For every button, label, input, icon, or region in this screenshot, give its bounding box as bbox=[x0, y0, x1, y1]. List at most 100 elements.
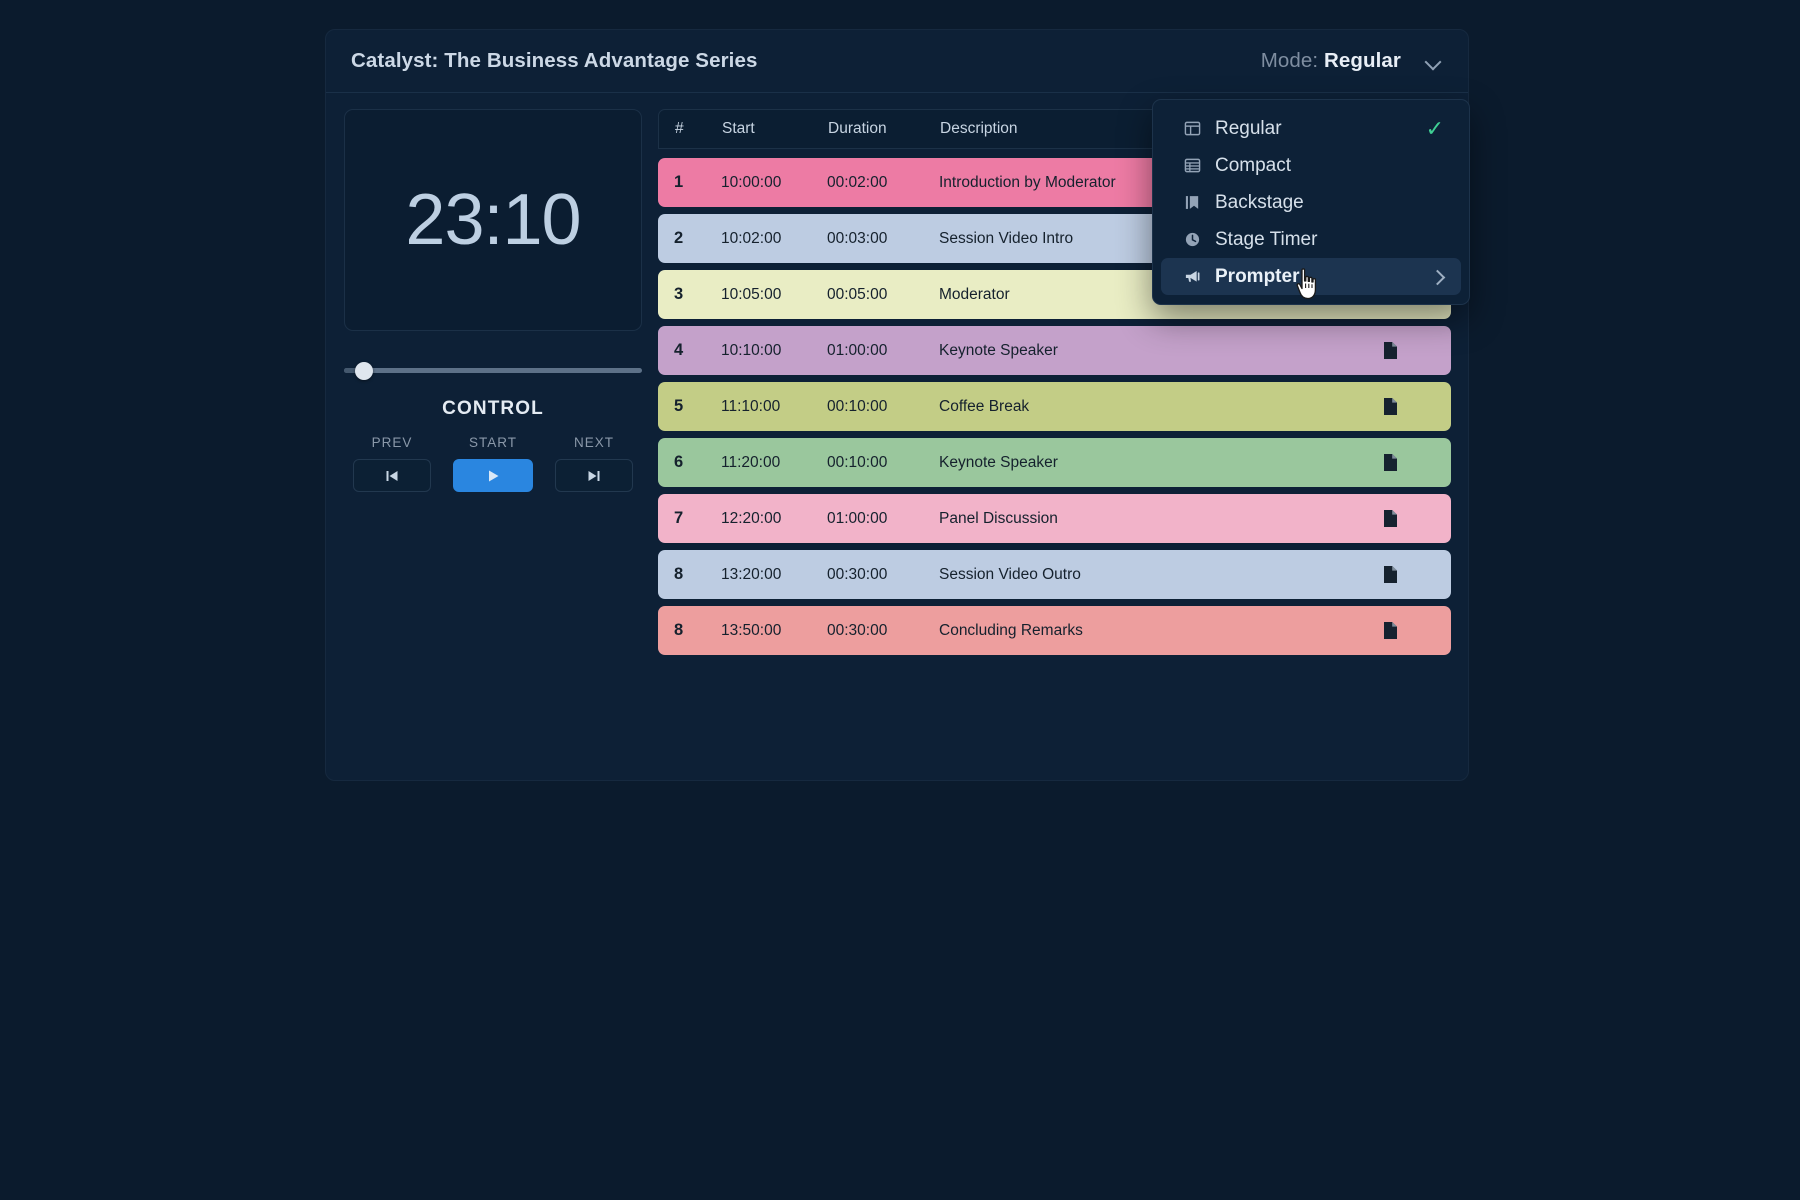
progress-thumb[interactable] bbox=[354, 362, 373, 380]
prev-button[interactable] bbox=[353, 459, 431, 492]
mode-dropdown-menu: Regular ✓ Compact Backstage Stage Timer Promp… bbox=[1152, 99, 1470, 305]
bookmark-icon bbox=[1185, 196, 1199, 209]
bookmark-icon bbox=[1182, 194, 1203, 211]
document-icon[interactable] bbox=[1383, 397, 1398, 416]
megaphone-icon bbox=[1182, 268, 1203, 285]
column-header-start: Start bbox=[722, 120, 755, 137]
clock-icon bbox=[1182, 231, 1203, 248]
row-start: 11:20:00 bbox=[721, 453, 781, 471]
control-section-title: CONTROL bbox=[442, 398, 544, 419]
row-description: Keynote Speaker bbox=[939, 453, 1058, 471]
mode-menu-item-compact[interactable]: Compact bbox=[1161, 147, 1461, 184]
start-caption: START bbox=[468, 435, 517, 450]
row-description: Session Video Outro bbox=[939, 565, 1081, 583]
table-row[interactable]: 4 10:10:00 01:00:00 Keynote Speaker bbox=[658, 326, 1451, 375]
timer-panel: 23:10 bbox=[344, 109, 642, 331]
mode-selector-button[interactable]: Mode: Regular bbox=[1261, 49, 1446, 73]
skip-forward-icon bbox=[588, 470, 600, 481]
row-number: 3 bbox=[674, 285, 684, 303]
clock-icon bbox=[1185, 232, 1200, 247]
row-duration: 01:00:00 bbox=[827, 509, 888, 527]
table-row[interactable]: 8 13:50:00 00:30:00 Concluding Remarks bbox=[658, 606, 1451, 655]
row-start: 10:05:00 bbox=[721, 285, 782, 303]
mode-menu-item-label: Compact bbox=[1215, 154, 1292, 176]
mode-menu-item-prompter[interactable]: Prompter bbox=[1161, 258, 1461, 295]
row-number: 4 bbox=[674, 341, 684, 359]
control-column: 23:10 CONTROL PREV START NEXT bbox=[344, 109, 642, 662]
row-duration: 00:05:00 bbox=[827, 285, 888, 303]
row-number: 8 bbox=[674, 621, 684, 639]
row-duration: 00:10:00 bbox=[827, 397, 888, 415]
next-control-group: NEXT bbox=[555, 435, 633, 492]
chevron-down-icon bbox=[1425, 56, 1442, 66]
app-header: Catalyst: The Business Advantage Series … bbox=[326, 30, 1468, 93]
row-start: 10:02:00 bbox=[721, 229, 782, 247]
row-number: 1 bbox=[674, 173, 684, 191]
skip-back-icon bbox=[386, 470, 398, 481]
row-document-button[interactable] bbox=[1345, 565, 1435, 584]
document-icon[interactable] bbox=[1383, 509, 1398, 528]
mode-value: Regular bbox=[1323, 49, 1401, 72]
row-duration: 00:30:00 bbox=[827, 565, 888, 583]
row-duration: 00:03:00 bbox=[827, 229, 888, 247]
row-description: Keynote Speaker bbox=[939, 341, 1058, 359]
progress-slider[interactable] bbox=[344, 362, 642, 380]
row-number: 7 bbox=[674, 509, 684, 527]
megaphone-icon bbox=[1185, 271, 1200, 282]
start-control-group: START bbox=[453, 435, 533, 492]
next-caption: NEXT bbox=[573, 435, 614, 450]
list-table-icon bbox=[1182, 157, 1203, 174]
row-start: 12:20:00 bbox=[721, 509, 782, 527]
row-document-button[interactable] bbox=[1345, 509, 1435, 528]
row-document-button[interactable] bbox=[1345, 397, 1435, 416]
row-duration: 00:10:00 bbox=[827, 453, 888, 471]
row-number: 8 bbox=[674, 565, 684, 583]
column-header-duration: Duration bbox=[828, 120, 887, 137]
mode-menu-item-label: Stage Timer bbox=[1215, 228, 1318, 250]
row-description: Coffee Break bbox=[939, 397, 1030, 415]
mode-menu-item-regular[interactable]: Regular ✓ bbox=[1161, 110, 1461, 147]
row-start: 10:00:00 bbox=[721, 173, 782, 191]
document-icon[interactable] bbox=[1383, 621, 1398, 640]
table-row[interactable]: 6 11:20:00 00:10:00 Keynote Speaker bbox=[658, 438, 1451, 487]
row-description: Panel Discussion bbox=[939, 509, 1058, 527]
mode-menu-item-backstage[interactable]: Backstage bbox=[1161, 184, 1461, 221]
row-number: 6 bbox=[674, 453, 684, 471]
row-document-button[interactable] bbox=[1345, 453, 1435, 472]
document-icon[interactable] bbox=[1383, 453, 1398, 472]
chevron-right-icon bbox=[1432, 272, 1442, 282]
check-icon: ✓ bbox=[1425, 115, 1444, 141]
control-buttons: PREV START NEXT bbox=[344, 435, 642, 492]
row-number: 5 bbox=[674, 397, 684, 415]
row-duration: 01:00:00 bbox=[827, 341, 888, 359]
row-start: 13:50:00 bbox=[721, 621, 782, 639]
table-row[interactable]: 8 13:20:00 00:30:00 Session Video Outro bbox=[658, 550, 1451, 599]
layout-panel-icon bbox=[1182, 120, 1203, 137]
row-start: 10:10:00 bbox=[721, 341, 782, 359]
mode-menu-item-label: Prompter bbox=[1215, 265, 1300, 287]
row-document-button[interactable] bbox=[1345, 621, 1435, 640]
prev-caption: PREV bbox=[371, 435, 413, 450]
progress-track bbox=[344, 368, 642, 373]
mode-label: Mode: bbox=[1260, 49, 1319, 72]
row-number: 2 bbox=[674, 229, 684, 247]
layout-panel-icon bbox=[1184, 121, 1201, 136]
row-description: Concluding Remarks bbox=[939, 621, 1083, 639]
row-duration: 00:30:00 bbox=[827, 621, 888, 639]
table-row[interactable]: 5 11:10:00 00:10:00 Coffee Break bbox=[658, 382, 1451, 431]
column-header-number: # bbox=[675, 120, 684, 137]
document-icon[interactable] bbox=[1383, 341, 1398, 360]
next-button[interactable] bbox=[555, 459, 633, 492]
mode-menu-item-stage-timer[interactable]: Stage Timer bbox=[1161, 221, 1461, 258]
prev-control-group: PREV bbox=[353, 435, 431, 492]
list-table-icon bbox=[1184, 158, 1201, 173]
row-start: 13:20:00 bbox=[721, 565, 782, 583]
mode-menu-item-label: Regular bbox=[1215, 117, 1282, 139]
row-document-button[interactable] bbox=[1345, 341, 1435, 360]
table-row[interactable]: 7 12:20:00 01:00:00 Panel Discussion bbox=[658, 494, 1451, 543]
start-button[interactable] bbox=[453, 459, 533, 492]
timer-value: 23:10 bbox=[405, 180, 581, 260]
row-start: 11:10:00 bbox=[721, 397, 781, 415]
document-icon[interactable] bbox=[1383, 565, 1398, 584]
row-duration: 00:02:00 bbox=[827, 173, 888, 191]
